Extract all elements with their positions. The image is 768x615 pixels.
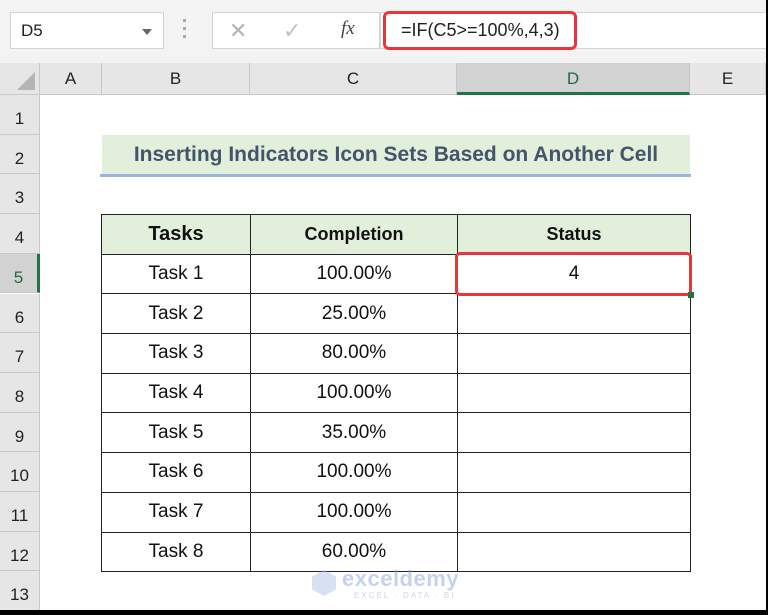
table-row: Task 6 100.00% [101,452,691,493]
status-cell[interactable] [457,372,691,414]
status-cell[interactable] [457,531,691,573]
header-status[interactable]: Status [457,214,691,255]
name-box[interactable]: D5 [10,12,164,49]
row-header-5[interactable]: 5 [0,253,40,294]
task-cell[interactable]: Task 5 [101,412,251,454]
chevron-down-icon[interactable] [142,29,152,35]
status-cell[interactable] [457,491,691,533]
row-header-3[interactable]: 3 [0,174,40,215]
completion-cell[interactable]: 80.00% [250,333,458,374]
excel-window: D5 ✕ ✓ fx =IF(C5>=100%,4,3) A B C D E 12… [0,0,766,610]
cancel-icon[interactable]: ✕ [229,18,247,44]
fill-handle[interactable] [688,292,694,298]
row-header-1[interactable]: 1 [0,95,40,135]
table-row: Task 4 100.00% [101,372,691,414]
row-header-12[interactable]: 12 [0,531,40,572]
formula-bar: D5 ✕ ✓ fx =IF(C5>=100%,4,3) [0,0,766,62]
table-row: Task 2 25.00% [101,293,691,335]
table-header-row: Tasks Completion Status [101,214,691,255]
row-header-8[interactable]: 8 [0,372,40,413]
column-header-d[interactable]: D [457,63,690,95]
completion-cell[interactable]: 100.00% [250,491,458,533]
completion-cell[interactable]: 35.00% [250,412,458,454]
status-cell[interactable] [457,452,691,493]
status-cell[interactable] [457,412,691,454]
formula-highlight-box [383,11,577,50]
task-cell[interactable]: Task 6 [101,452,251,493]
task-cell[interactable]: Task 8 [101,531,251,573]
formula-tools: ✕ ✓ fx [212,12,380,49]
column-header-c[interactable]: C [250,63,457,95]
watermark: exceldemy EXCEL · DATA · BI [312,566,462,606]
task-cell[interactable]: Task 4 [101,372,251,414]
completion-cell[interactable]: 100.00% [250,372,458,414]
row-header-2[interactable]: 2 [0,134,40,175]
title-underline [100,174,691,177]
completion-cell[interactable]: 100.00% [250,253,458,295]
insert-function-icon[interactable]: fx [341,18,355,40]
row-header-6[interactable]: 6 [0,293,40,334]
row-header-13[interactable]: 13 [0,571,40,610]
column-header-b[interactable]: B [102,63,250,95]
task-cell[interactable]: Task 2 [101,293,251,335]
task-cell[interactable]: Task 1 [101,253,251,295]
completion-cell[interactable]: 25.00% [250,293,458,335]
row-header-11[interactable]: 11 [0,492,40,532]
worksheet-grid: A B C D E 1 2 3 4 5 6 7 8 9 10 11 12 13 Inserting In… [0,63,766,610]
sheet-title[interactable]: Inserting Indicators Icon Sets Based on … [102,135,690,175]
row-header-7[interactable]: 7 [0,333,40,373]
header-tasks[interactable]: Tasks [101,214,251,255]
exceldemy-logo-icon [312,570,336,596]
column-header-e[interactable]: E [690,63,766,95]
row-header-4[interactable]: 4 [0,214,40,254]
name-box-value: D5 [21,21,43,40]
task-cell[interactable]: Task 7 [101,491,251,533]
row-header-9[interactable]: 9 [0,412,40,453]
task-cell[interactable]: Task 3 [101,333,251,374]
watermark-name: exceldemy [342,566,460,591]
status-cell[interactable] [457,333,691,374]
enter-check-icon[interactable]: ✓ [283,18,301,44]
completion-cell[interactable]: 100.00% [250,452,458,493]
selected-cell-d5[interactable] [455,252,692,296]
table-row: Task 3 80.00% [101,333,691,374]
row-header-10[interactable]: 10 [0,452,40,492]
status-cell[interactable] [457,293,691,335]
table-row: Task 7 100.00% [101,491,691,533]
select-all-button[interactable] [0,63,40,95]
column-header-a[interactable]: A [40,63,102,95]
drag-handle-icon[interactable] [183,19,187,41]
watermark-tagline: EXCEL · DATA · BI [354,591,456,600]
table-row: Task 5 35.00% [101,412,691,454]
header-completion[interactable]: Completion [250,214,458,255]
